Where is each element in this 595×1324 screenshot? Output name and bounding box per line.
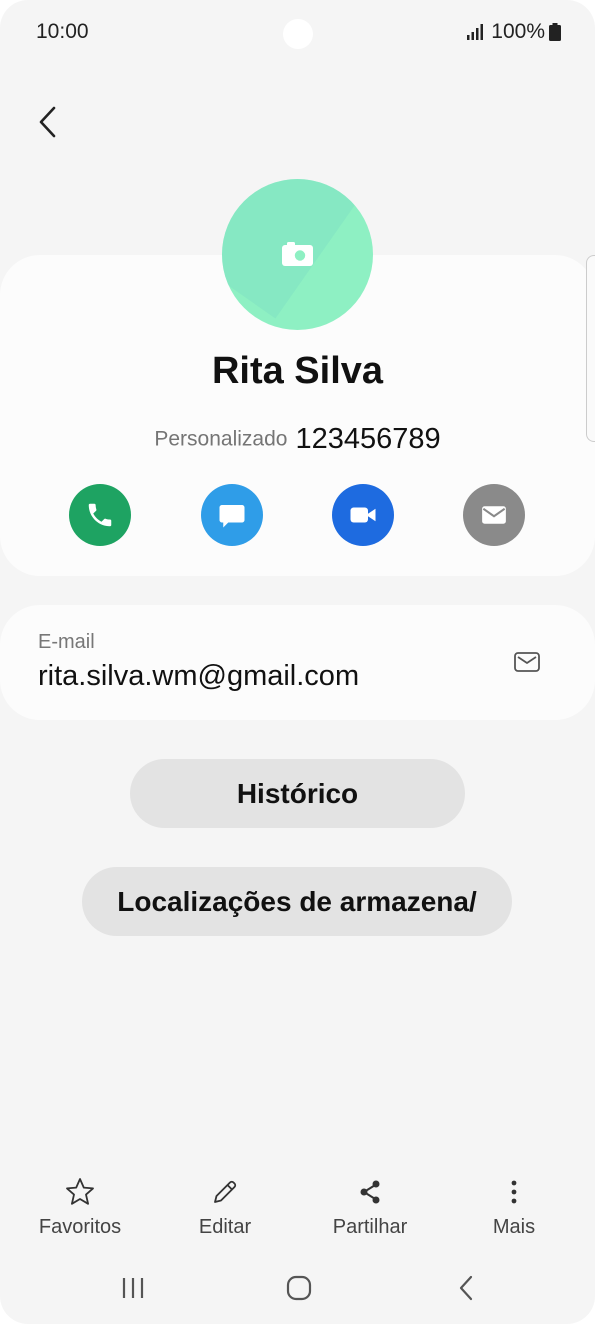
contact-name: Rita Silva [211, 350, 384, 392]
recents-button[interactable] [113, 1272, 153, 1304]
message-button[interactable] [201, 484, 263, 546]
phone-number: 123456789 [295, 423, 441, 455]
phone-type: Personalizado [154, 427, 288, 451]
storage-locations-button[interactable]: Localizações de armazena/ [82, 867, 512, 936]
share-label: Partilhar [332, 1216, 408, 1238]
edit-button[interactable]: Editar [160, 1170, 290, 1239]
history-button[interactable]: Histórico [130, 759, 465, 828]
signal-icon [467, 24, 484, 40]
more-button[interactable]: Mais [449, 1170, 579, 1239]
email-button[interactable] [463, 484, 525, 546]
pencil-icon [214, 1180, 237, 1203]
more-label: Mais [492, 1216, 536, 1238]
share-icon [360, 1180, 380, 1204]
message-icon [219, 505, 245, 528]
scroll-indicator[interactable] [586, 255, 595, 442]
phone-icon [88, 503, 112, 527]
chevron-left-icon [39, 106, 56, 138]
star-icon [66, 1178, 94, 1205]
favorites-label: Favoritos [38, 1216, 122, 1238]
camera-icon [282, 242, 313, 266]
system-nav-bar [0, 1262, 595, 1314]
home-icon [286, 1275, 312, 1301]
battery-percent: 100% [491, 20, 545, 43]
email-value[interactable]: rita.silva.wm@gmail.com [38, 660, 359, 693]
battery-icon [549, 23, 561, 41]
favorites-button[interactable]: Favoritos [15, 1170, 145, 1239]
call-button[interactable] [69, 484, 131, 546]
status-bar: 10:00 100% [0, 0, 595, 66]
status-time: 10:00 [36, 20, 89, 43]
bottom-nav: Favoritos Editar Partilhar Mais [0, 1170, 595, 1250]
mail-icon[interactable] [513, 650, 541, 674]
system-back-button[interactable] [446, 1272, 486, 1304]
status-right: 100% [467, 20, 561, 44]
phone-row[interactable]: Personalizado 123456789 [0, 423, 595, 456]
more-vertical-icon [511, 1180, 517, 1204]
avatar[interactable] [222, 179, 373, 330]
back-icon [459, 1275, 473, 1301]
video-call-button[interactable] [332, 484, 394, 546]
email-label: E-mail [38, 631, 95, 653]
back-button[interactable] [28, 102, 68, 142]
share-button[interactable]: Partilhar [305, 1170, 435, 1239]
contact-screen: 10:00 100% Rita Silva Personalizado 1234… [0, 0, 595, 1324]
mail-icon [482, 506, 506, 524]
edit-label: Editar [198, 1216, 252, 1238]
front-camera [283, 19, 313, 49]
home-button[interactable] [279, 1272, 319, 1304]
recents-icon [122, 1278, 144, 1298]
video-icon [350, 507, 376, 523]
